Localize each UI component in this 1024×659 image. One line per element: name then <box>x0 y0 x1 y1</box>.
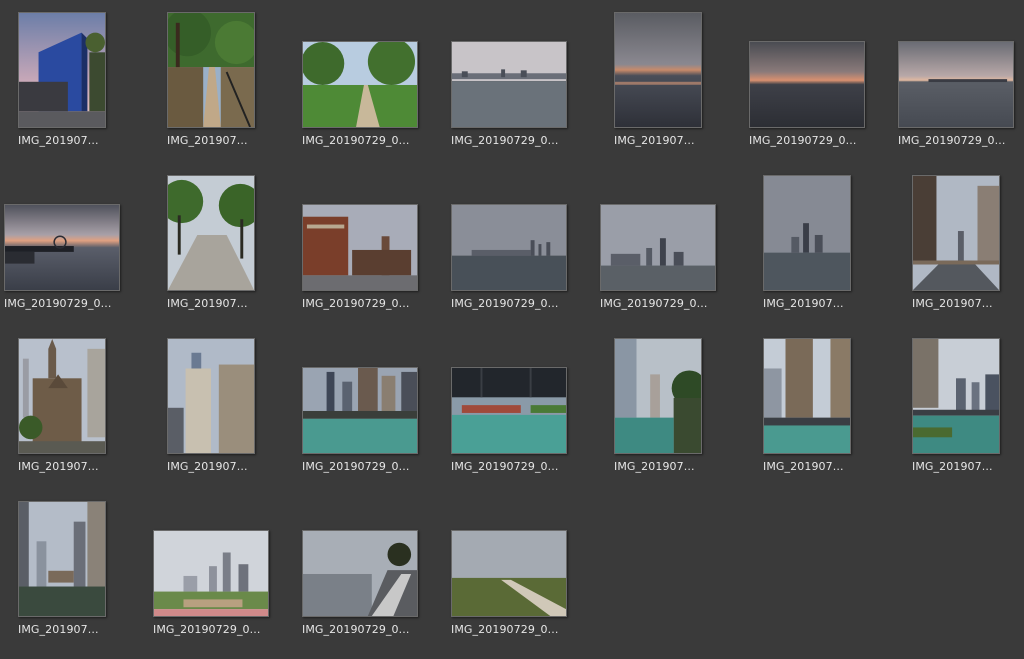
file-name: IMG_201907... <box>763 297 844 310</box>
file-item[interactable]: IMG_201907... <box>897 173 1024 333</box>
file-item[interactable]: IMG_201907... <box>152 336 286 496</box>
file-item[interactable]: IMG_201907... <box>152 10 286 170</box>
file-name: IMG_201907... <box>912 297 993 310</box>
file-item[interactable]: IMG_201907... <box>3 336 137 496</box>
image-thumbnail[interactable] <box>153 530 269 617</box>
file-name: IMG_20190729_0... <box>302 297 410 310</box>
image-thumbnail[interactable] <box>614 338 702 454</box>
file-item[interactable]: IMG_201907... <box>152 173 286 333</box>
file-item[interactable]: IMG_201907... <box>3 10 137 170</box>
file-name: IMG_201907... <box>763 460 844 473</box>
image-thumbnail[interactable] <box>302 41 418 128</box>
file-name: IMG_20190729_0... <box>302 623 410 636</box>
file-name: IMG_201907... <box>167 460 248 473</box>
file-name: IMG_20190729_0... <box>451 460 559 473</box>
file-item[interactable]: IMG_201907... <box>748 336 882 496</box>
file-item[interactable]: IMG_20190729_0... <box>450 336 584 496</box>
image-thumbnail[interactable] <box>451 530 567 617</box>
image-thumbnail[interactable] <box>912 338 1000 454</box>
file-name: IMG_20190729_0... <box>302 134 410 147</box>
file-name: IMG_20190729_0... <box>898 134 1006 147</box>
image-thumbnail[interactable] <box>302 204 418 291</box>
file-item[interactable]: IMG_20190729_0... <box>301 173 435 333</box>
image-thumbnail[interactable] <box>763 175 851 291</box>
image-thumbnail[interactable] <box>451 204 567 291</box>
file-item[interactable]: IMG_201907... <box>897 336 1024 496</box>
file-item[interactable]: IMG_20190729_0... <box>450 499 584 659</box>
file-name: IMG_201907... <box>18 460 99 473</box>
file-name: IMG_201907... <box>614 460 695 473</box>
image-thumbnail[interactable] <box>451 367 567 454</box>
file-item[interactable]: IMG_201907... <box>748 173 882 333</box>
image-thumbnail[interactable] <box>18 501 106 617</box>
image-thumbnail[interactable] <box>614 12 702 128</box>
file-name: IMG_201907... <box>18 134 99 147</box>
image-thumbnail[interactable] <box>898 41 1014 128</box>
image-thumbnail[interactable] <box>18 338 106 454</box>
file-item[interactable]: IMG_201907... <box>3 499 137 659</box>
file-name: IMG_20190729_0... <box>451 297 559 310</box>
file-name: IMG_201907... <box>167 134 248 147</box>
image-thumbnail[interactable] <box>167 175 255 291</box>
image-thumbnail[interactable] <box>912 175 1000 291</box>
file-name: IMG_20190729_0... <box>153 623 261 636</box>
file-item[interactable]: IMG_20190729_0... <box>301 499 435 659</box>
thumbnail-grid: IMG_201907... IMG_201907... IMG_20190729… <box>0 0 1024 646</box>
image-thumbnail[interactable] <box>4 204 120 291</box>
image-thumbnail[interactable] <box>18 12 106 128</box>
file-item[interactable]: IMG_20190729_0... <box>301 336 435 496</box>
file-name: IMG_20190729_0... <box>451 623 559 636</box>
image-thumbnail[interactable] <box>451 41 567 128</box>
file-item[interactable]: IMG_20190729_0... <box>897 10 1024 170</box>
image-thumbnail[interactable] <box>763 338 851 454</box>
image-thumbnail[interactable] <box>749 41 865 128</box>
file-name: IMG_20190729_0... <box>600 297 708 310</box>
image-thumbnail[interactable] <box>302 367 418 454</box>
file-item[interactable]: IMG_20190729_0... <box>450 173 584 333</box>
file-name: IMG_20190729_0... <box>451 134 559 147</box>
file-item[interactable]: IMG_20190729_0... <box>599 173 733 333</box>
image-thumbnail[interactable] <box>302 530 418 617</box>
file-name: IMG_201907... <box>167 297 248 310</box>
file-item[interactable]: IMG_20190729_0... <box>152 499 286 659</box>
file-name: IMG_201907... <box>912 460 993 473</box>
file-name: IMG_20190729_0... <box>302 460 410 473</box>
file-item[interactable]: IMG_20190729_0... <box>3 173 137 333</box>
file-item[interactable]: IMG_201907... <box>599 336 733 496</box>
image-thumbnail[interactable] <box>167 338 255 454</box>
file-item[interactable]: IMG_20190729_0... <box>748 10 882 170</box>
image-thumbnail[interactable] <box>167 12 255 128</box>
file-item[interactable]: IMG_20190729_0... <box>450 10 584 170</box>
file-name: IMG_20190729_0... <box>4 297 112 310</box>
file-name: IMG_201907... <box>614 134 695 147</box>
file-name: IMG_20190729_0... <box>749 134 857 147</box>
file-name: IMG_201907... <box>18 623 99 636</box>
file-item[interactable]: IMG_20190729_0... <box>301 10 435 170</box>
file-item[interactable]: IMG_201907... <box>599 10 733 170</box>
image-thumbnail[interactable] <box>600 204 716 291</box>
